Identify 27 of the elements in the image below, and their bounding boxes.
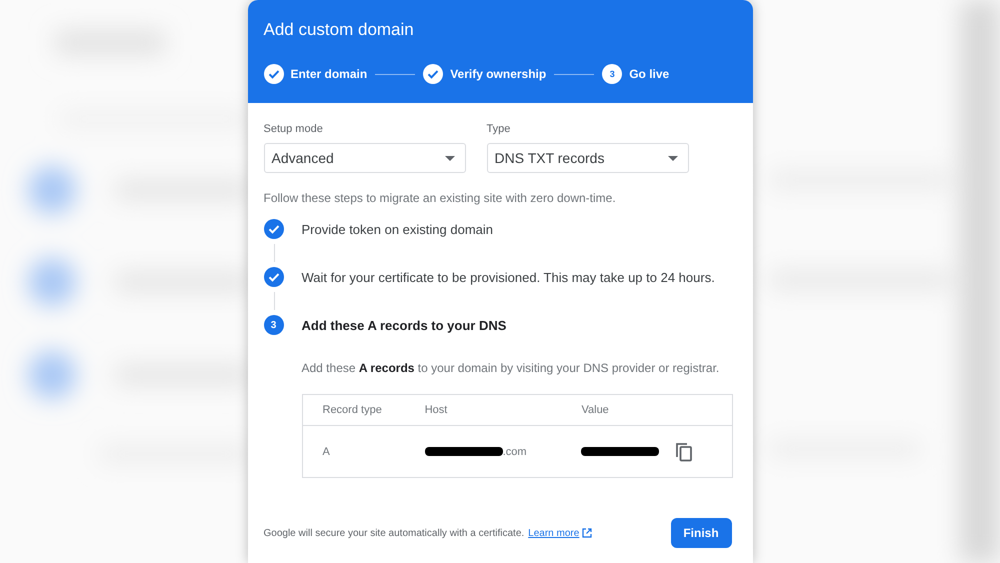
step-number: 3 [602, 64, 622, 84]
field-label: Setup mode [264, 123, 324, 135]
learn-more-link[interactable]: Learn more [528, 528, 592, 538]
field-label: Type [486, 123, 512, 135]
finish-button[interactable]: Finish [670, 518, 732, 548]
progress-step: Go live [629, 67, 670, 81]
dropdown[interactable]: DNS TXT records [486, 143, 688, 173]
column-header: Record type [302, 394, 405, 426]
progress-step: Verify ownership [450, 67, 546, 81]
table-cell: .com [502, 446, 527, 458]
step-number: 3 [264, 315, 284, 335]
dialog-title: Add custom domain [264, 20, 415, 40]
footer-note: Google will secure your site automatically with a certificate. Learn more [264, 528, 592, 538]
column-header: Value [561, 394, 732, 426]
dropdown[interactable]: Advanced [264, 143, 466, 173]
step-text: Wait for your certificate to be provisioned. This may take up to 24 hours. [302, 270, 715, 284]
table-cell: A [302, 426, 405, 478]
step-text: Provide token on existing domain [302, 222, 494, 236]
intro-text: Follow these steps to migrate an existing site with zero down-time. [264, 191, 617, 205]
copy-icon[interactable] [675, 442, 694, 462]
step-detail: Add these A records to your domain by visiting your DNS provider or registrar. [302, 361, 720, 375]
external-link-icon [582, 528, 592, 538]
caret-icon [668, 156, 678, 160]
column-header: Host [404, 394, 562, 426]
progress-step: Enter domain [290, 67, 368, 81]
step-text: Add these A records to your DNS [302, 318, 506, 332]
caret-icon [444, 156, 454, 160]
